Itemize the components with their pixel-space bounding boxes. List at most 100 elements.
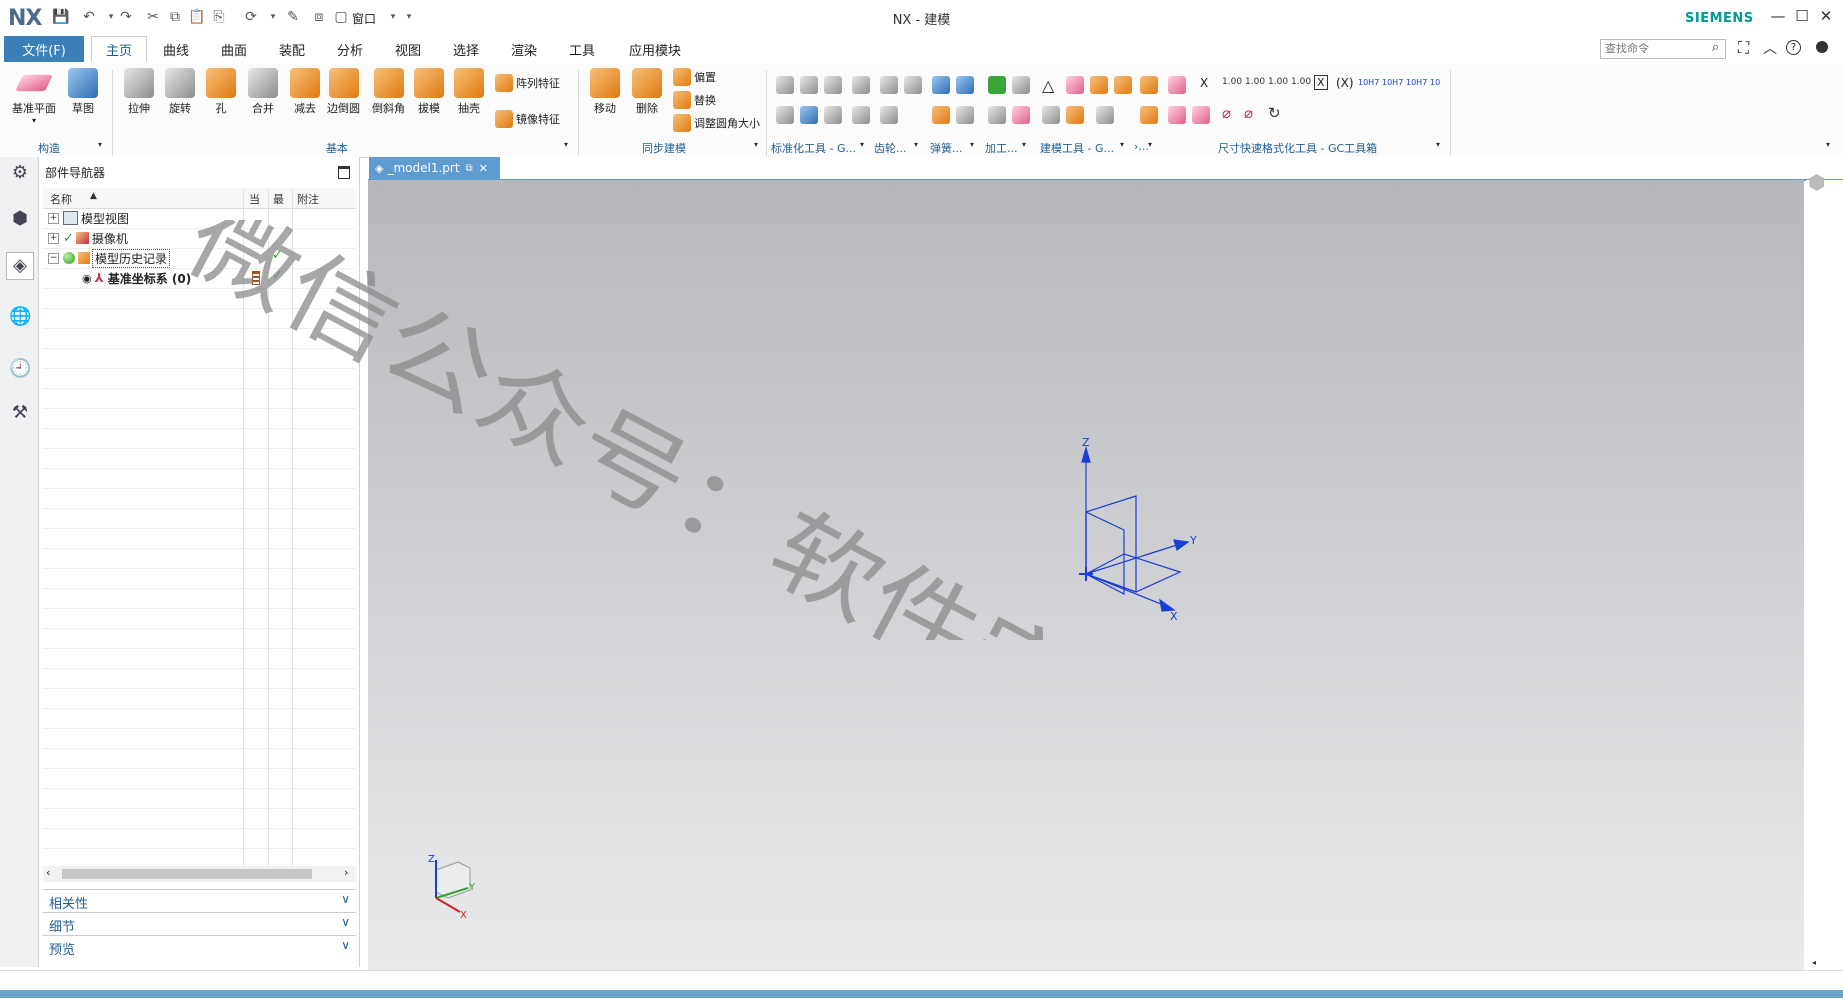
revolve-button[interactable]: 旋转 <box>165 68 195 116</box>
rotate-icon[interactable]: ↻ <box>1268 104 1281 122</box>
tab-select[interactable]: 选择 <box>440 36 492 62</box>
status-options-icon[interactable]: ◂ <box>1812 958 1816 967</box>
sketch-button[interactable]: 草图 <box>68 68 98 116</box>
group-machining-dropdown-icon[interactable]: ▾ <box>1022 140 1026 149</box>
sort-ascending-icon[interactable]: ▲ <box>90 191 97 201</box>
close-tab-icon[interactable]: ✕ <box>479 162 488 175</box>
move-face-button[interactable]: 移动 <box>590 68 620 116</box>
modeling-tool-icon[interactable] <box>1096 106 1114 124</box>
collapse-ribbon-icon[interactable]: ︿ <box>1763 38 1777 58</box>
ribbon-options-icon[interactable]: ▾ <box>1826 140 1830 149</box>
dimension-boxed-x-button[interactable]: X <box>1314 75 1328 90</box>
help-icon[interactable]: ? <box>1786 40 1801 55</box>
modeling-tool-icon[interactable] <box>1090 76 1108 94</box>
dimension-reference-button[interactable]: (X) <box>1336 76 1354 90</box>
shell-button[interactable]: 抽壳 <box>454 68 484 116</box>
standard-tool-icon[interactable] <box>776 106 794 124</box>
expand-icon[interactable]: + <box>48 212 59 224</box>
search-icon[interactable]: ⌕ <box>1712 40 1719 55</box>
standard-tool-icon[interactable] <box>800 106 818 124</box>
resize-blend-button[interactable]: 调整圆角大小 <box>673 114 760 132</box>
chamfer-button[interactable]: 倒斜角 <box>372 68 405 116</box>
column-header-name[interactable]: 名称 <box>50 191 72 207</box>
tab-render[interactable]: 渲染 <box>498 36 550 62</box>
group-standard-dropdown-icon[interactable]: ▾ <box>860 140 864 149</box>
tab-surface[interactable]: 曲面 <box>208 36 260 62</box>
panel-preview[interactable]: 预览 ∨ <box>43 935 356 958</box>
pattern-feature-button[interactable]: 阵列特征 <box>495 74 560 92</box>
group-basic-dropdown-icon[interactable]: ▾ <box>564 140 568 149</box>
draft-button[interactable]: 拔模 <box>414 68 444 116</box>
datum-csys-graphic[interactable]: Z Y X <box>1060 432 1200 622</box>
group-spring-dropdown-icon[interactable]: ▾ <box>970 140 974 149</box>
tolerance-button[interactable]: 10H7 <box>1406 78 1427 87</box>
gear-tool-icon[interactable] <box>904 76 922 94</box>
tab-analysis[interactable]: 分析 <box>324 36 376 62</box>
machining-tool-icon[interactable] <box>988 76 1006 94</box>
spring-tool-icon[interactable] <box>932 106 950 124</box>
edge-blend-button[interactable]: 边倒圆 <box>327 68 360 116</box>
web-browser-icon[interactable]: 🌐 <box>9 306 31 328</box>
scroll-right-icon[interactable]: › <box>344 866 348 879</box>
spring-tool-icon[interactable] <box>956 106 974 124</box>
tree-row-model-views[interactable]: + 模型视图 <box>48 209 129 227</box>
visibility-eye-icon[interactable]: ◉ <box>82 272 92 285</box>
tree-row-model-history[interactable]: − 模型历史记录 <box>48 248 171 268</box>
modeling-tool-icon[interactable] <box>1042 106 1060 124</box>
group-gear-dropdown-icon[interactable]: ▾ <box>914 140 918 149</box>
group-sync-dropdown-icon[interactable]: ▾ <box>754 140 758 149</box>
standard-tool-icon[interactable] <box>852 76 870 94</box>
dimension-tool-icon[interactable] <box>1192 106 1210 124</box>
document-tab[interactable]: ◈ _model1.prt ⧉ ✕ <box>369 157 500 179</box>
tab-view[interactable]: 视图 <box>382 36 434 62</box>
misc-tool-icon[interactable] <box>1140 106 1158 124</box>
tolerance-button[interactable]: 10H7 <box>1358 78 1379 87</box>
panel-details[interactable]: 细节 ∨ <box>43 912 356 935</box>
group-gc-dropdown-icon[interactable]: ▾ <box>1436 140 1440 149</box>
collapse-icon[interactable]: − <box>48 252 59 264</box>
full-screen-icon[interactable]: ⛶ <box>1738 38 1749 58</box>
modeling-tool-icon[interactable] <box>1114 76 1132 94</box>
modeling-tool-icon[interactable] <box>1066 76 1084 94</box>
dimension-format-button[interactable]: 1.00 <box>1245 77 1265 87</box>
offset-region-button[interactable]: 偏置 <box>673 68 716 86</box>
file-menu[interactable]: 文件(F) <box>4 36 84 62</box>
replace-face-button[interactable]: 替换 <box>673 91 716 109</box>
gear-tool-icon[interactable] <box>880 76 898 94</box>
column-header-comment[interactable]: 附注 <box>297 191 319 207</box>
modeling-tool-icon[interactable] <box>1066 106 1084 124</box>
machining-tool-icon[interactable] <box>1012 106 1030 124</box>
tab-applications[interactable]: 应用模块 <box>620 36 690 62</box>
group-construct-dropdown-icon[interactable]: ▾ <box>98 140 102 149</box>
extrude-button[interactable]: 拉伸 <box>124 68 154 116</box>
spring-tool-icon[interactable] <box>956 76 974 94</box>
machining-tool-icon[interactable] <box>1012 76 1030 94</box>
maximize-panel-icon[interactable] <box>338 166 350 179</box>
standard-tool-icon[interactable] <box>852 106 870 124</box>
panel-dependencies[interactable]: 相关性 ∨ <box>43 889 356 912</box>
dimension-format-button[interactable]: 1.00 <box>1222 77 1242 87</box>
command-search-input[interactable] <box>1600 39 1726 59</box>
dimension-tool-icon[interactable] <box>1168 106 1186 124</box>
tab-home[interactable]: 主页 <box>91 36 147 62</box>
column-header-current[interactable]: 当 <box>249 191 260 207</box>
tree-row-cameras[interactable]: + ✓ 摄像机 <box>48 229 128 247</box>
group-modeling-dropdown-icon[interactable]: ▾ <box>1120 140 1124 149</box>
mirror-feature-button[interactable]: 镜像特征 <box>495 110 560 128</box>
gear-tool-icon[interactable] <box>880 106 898 124</box>
standard-tool-icon[interactable] <box>776 76 794 94</box>
part-navigator-icon[interactable]: ◈ <box>6 252 34 280</box>
tolerance-button[interactable]: 10H7 <box>1382 78 1403 87</box>
dimension-x-button[interactable]: X <box>1200 76 1208 90</box>
diameter-icon[interactable]: ⌀ <box>1244 104 1253 122</box>
group-more-dropdown-icon[interactable]: ▾ <box>1148 140 1152 149</box>
dimension-format-button[interactable]: 1.00 <box>1291 77 1311 87</box>
expand-icon[interactable]: + <box>48 232 59 244</box>
standard-tool-icon[interactable] <box>824 106 842 124</box>
tab-curve[interactable]: 曲线 <box>150 36 202 62</box>
settings-icon[interactable]: ⚙ <box>9 162 31 184</box>
misc-tool-icon[interactable] <box>1140 76 1158 94</box>
machining-tool-icon[interactable] <box>988 106 1006 124</box>
close-icon[interactable]: ✕ <box>1816 7 1836 25</box>
standard-tool-icon[interactable] <box>824 76 842 94</box>
